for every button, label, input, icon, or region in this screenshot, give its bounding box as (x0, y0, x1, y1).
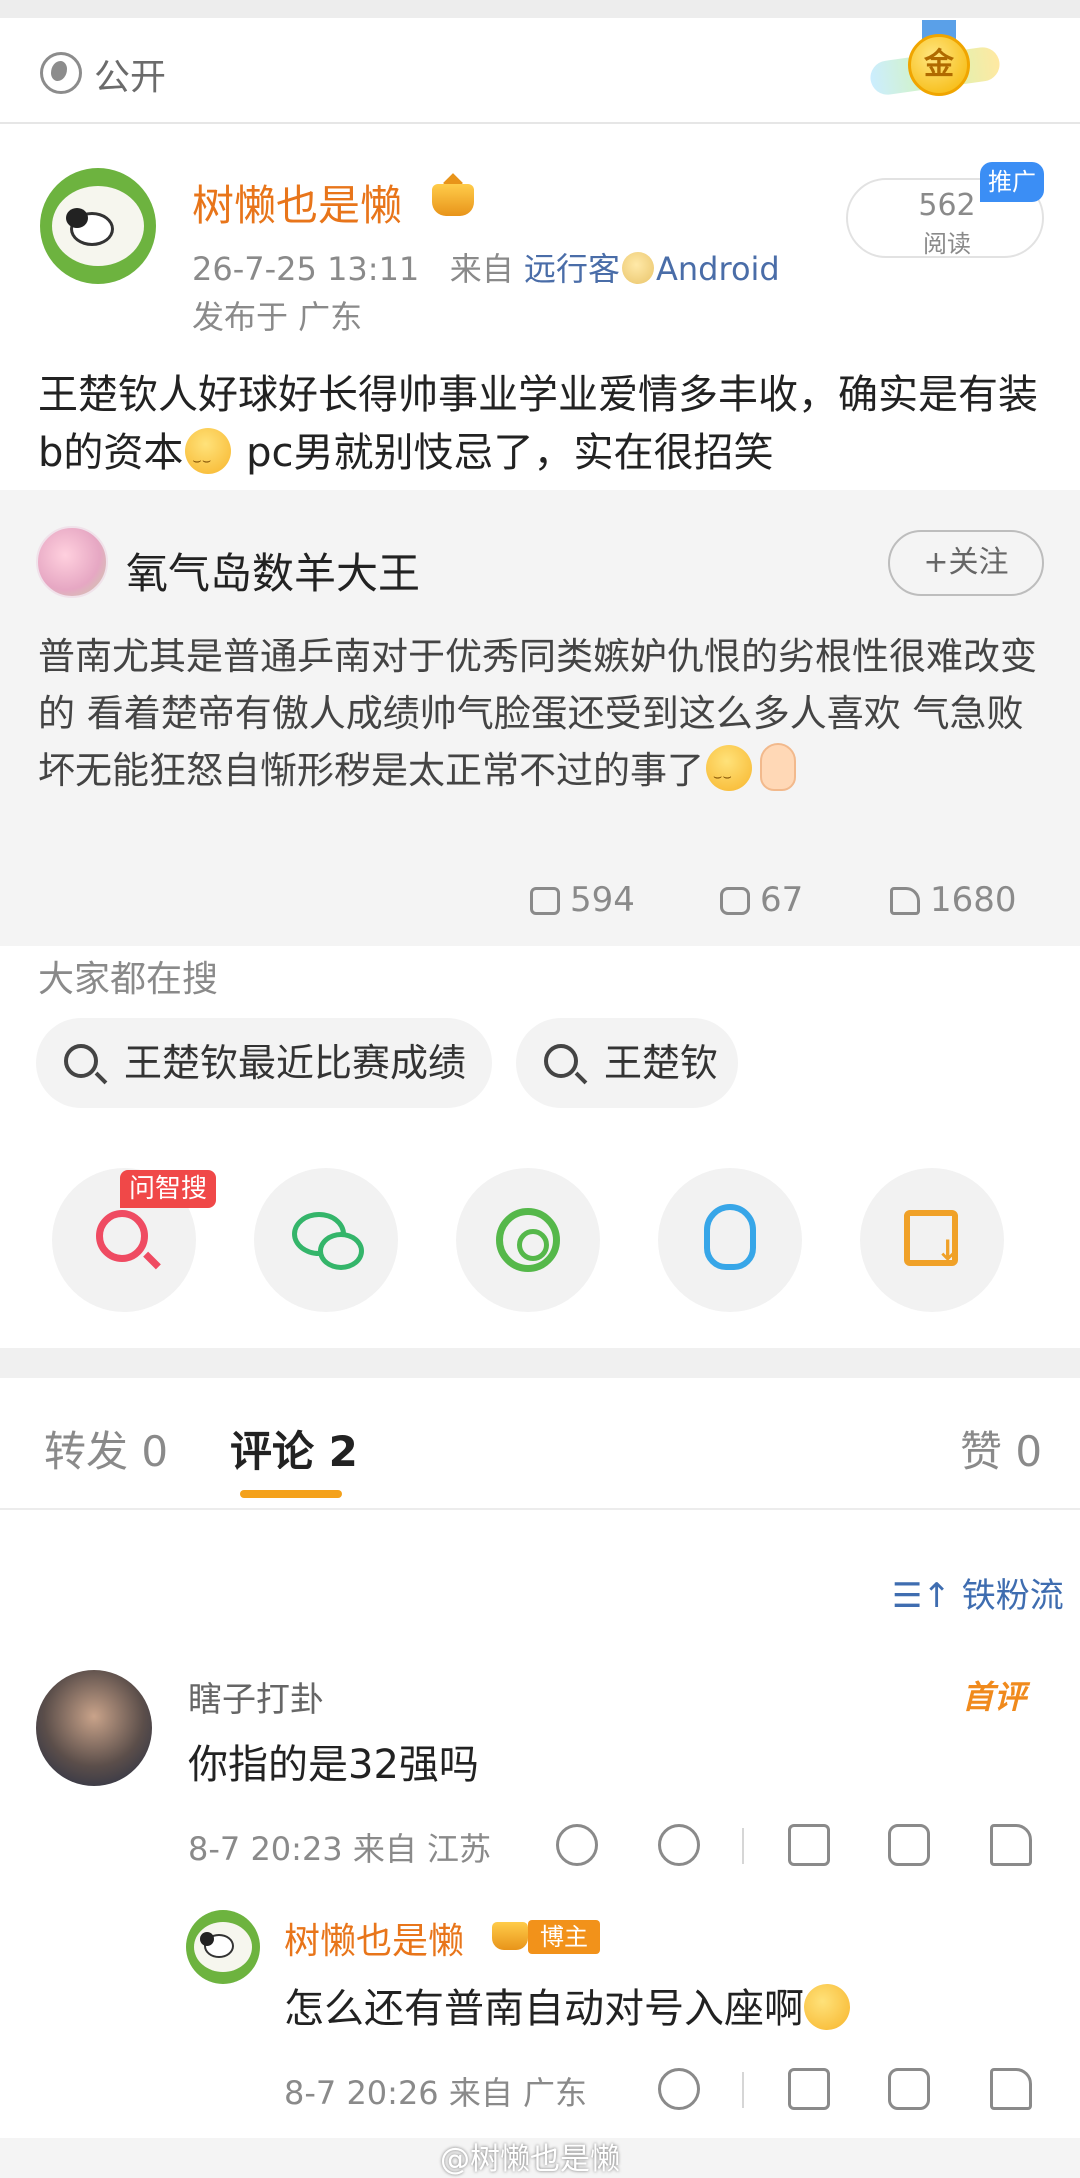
source-device[interactable]: Android (656, 250, 780, 288)
reply-author-name[interactable]: 树懒也是懒 (284, 1912, 464, 1964)
top-strip (0, 0, 1080, 18)
host-badge: 博主 (528, 1920, 600, 1954)
tab-comment[interactable]: 评论 2 (230, 1418, 358, 1479)
post-location: 发布于 广东 (192, 298, 363, 336)
wechat-share-button[interactable] (254, 1168, 398, 1312)
sort-toggle[interactable]: ☰↑ 铁粉流 (892, 1568, 1064, 1617)
tabs-divider (0, 1508, 1080, 1510)
author-name[interactable]: 树懒也是懒 (192, 172, 402, 233)
vip-crown-icon (428, 173, 478, 220)
gold-medal-icon[interactable]: 金 (860, 20, 1010, 108)
source-app-link[interactable]: 远行客 (524, 250, 620, 288)
thumbs-up-icon[interactable] (990, 1824, 1032, 1866)
action-separator (742, 1828, 744, 1864)
ask-badge: 问智搜 (120, 1170, 216, 1208)
hot-search-chip[interactable]: 王楚钦 (516, 1018, 738, 1108)
dislike-icon[interactable] (658, 2068, 700, 2110)
moments-share-button[interactable] (456, 1168, 600, 1312)
ask-search-icon (96, 1210, 148, 1262)
first-comment-badge: 首评 (962, 1678, 1027, 1716)
share-icon[interactable] (788, 2068, 830, 2110)
vip-crown-icon (490, 1916, 530, 1954)
tab-repost[interactable]: 转发 0 (44, 1418, 168, 1479)
section-divider (0, 1348, 1080, 1378)
promo-badge[interactable]: 推广 (980, 162, 1044, 202)
qq-icon (704, 1204, 756, 1270)
moments-icon (496, 1208, 560, 1272)
save-image-icon (904, 1210, 959, 1267)
relieved-emoji-icon (706, 745, 752, 806)
hot-search-chip[interactable]: 王楚钦最近比赛成绩 (36, 1018, 492, 1108)
reply-text: 怎么还有普南自动对号入座啊 (284, 1976, 857, 2037)
share-icon (530, 887, 560, 915)
read-label: 阅读 (923, 230, 971, 258)
search-icon (64, 1044, 98, 1078)
source-prefix: 来自 (449, 250, 514, 288)
post-time: 26-7-25 13:11 (192, 250, 420, 288)
ok-hand-emoji-icon (760, 743, 796, 791)
comment-icon[interactable] (888, 2068, 930, 2110)
reply-meta: 8-7 20:26 来自 广东 (284, 2074, 588, 2112)
tab-like[interactable]: 赞 0 (960, 1418, 1042, 1479)
comment-icon[interactable] (888, 1824, 930, 1866)
commenter-name[interactable]: 瞎子打卦 (188, 1672, 324, 1721)
comment-icon (720, 887, 750, 915)
follow-button[interactable]: +关注 (888, 530, 1044, 596)
moon-icon (622, 252, 654, 284)
author-avatar[interactable] (40, 168, 156, 284)
thumbs-up-icon (890, 887, 920, 915)
commenter-avatar[interactable] (36, 1670, 152, 1786)
quoted-repost-stat[interactable]: 594 (530, 880, 635, 920)
quoted-author-avatar[interactable] (36, 526, 108, 598)
active-tab-indicator (240, 1490, 342, 1498)
save-image-button[interactable] (860, 1168, 1004, 1312)
dislike-icon[interactable] (658, 1824, 700, 1866)
globe-icon (40, 52, 82, 94)
qq-share-button[interactable] (658, 1168, 802, 1312)
watermark: @树懒也是懒 (440, 2142, 620, 2177)
comment-meta: 8-7 20:23 来自 江苏 (188, 1830, 492, 1868)
visibility-label: 公开 (94, 57, 167, 98)
post-meta: 26-7-25 13:11 来自 远行客 Android (192, 244, 780, 290)
share-icon[interactable] (788, 1824, 830, 1866)
quoted-like-stat[interactable]: 1680 (890, 880, 1017, 920)
hot-search-title: 大家都在搜 (38, 959, 219, 1000)
relieved-emoji-icon (185, 428, 232, 490)
reply-author-avatar[interactable] (186, 1910, 260, 1984)
quoted-text: 普南尤其是普通乒南对于优秀同类嫉妒仇恨的劣根性很难改变的 看着楚帝有傲人成绩帅气… (38, 628, 1048, 806)
quoted-author-name[interactable]: 氧气岛数羊大王 (126, 540, 420, 601)
search-icon (544, 1044, 578, 1078)
thumbs-up-icon[interactable] (990, 2068, 1032, 2110)
rofl-emoji-icon (797, 1977, 857, 2037)
comment-text: 你指的是32强吗 (188, 1742, 479, 1788)
action-separator (742, 2072, 744, 2108)
report-icon[interactable] (556, 1824, 598, 1866)
post-text: 王楚钦人好球好长得帅事业学业爱情多丰收，确实是有装b的资本 pc男就别忮忌了，实… (38, 366, 1048, 490)
quoted-comment-stat[interactable]: 67 (720, 880, 803, 920)
